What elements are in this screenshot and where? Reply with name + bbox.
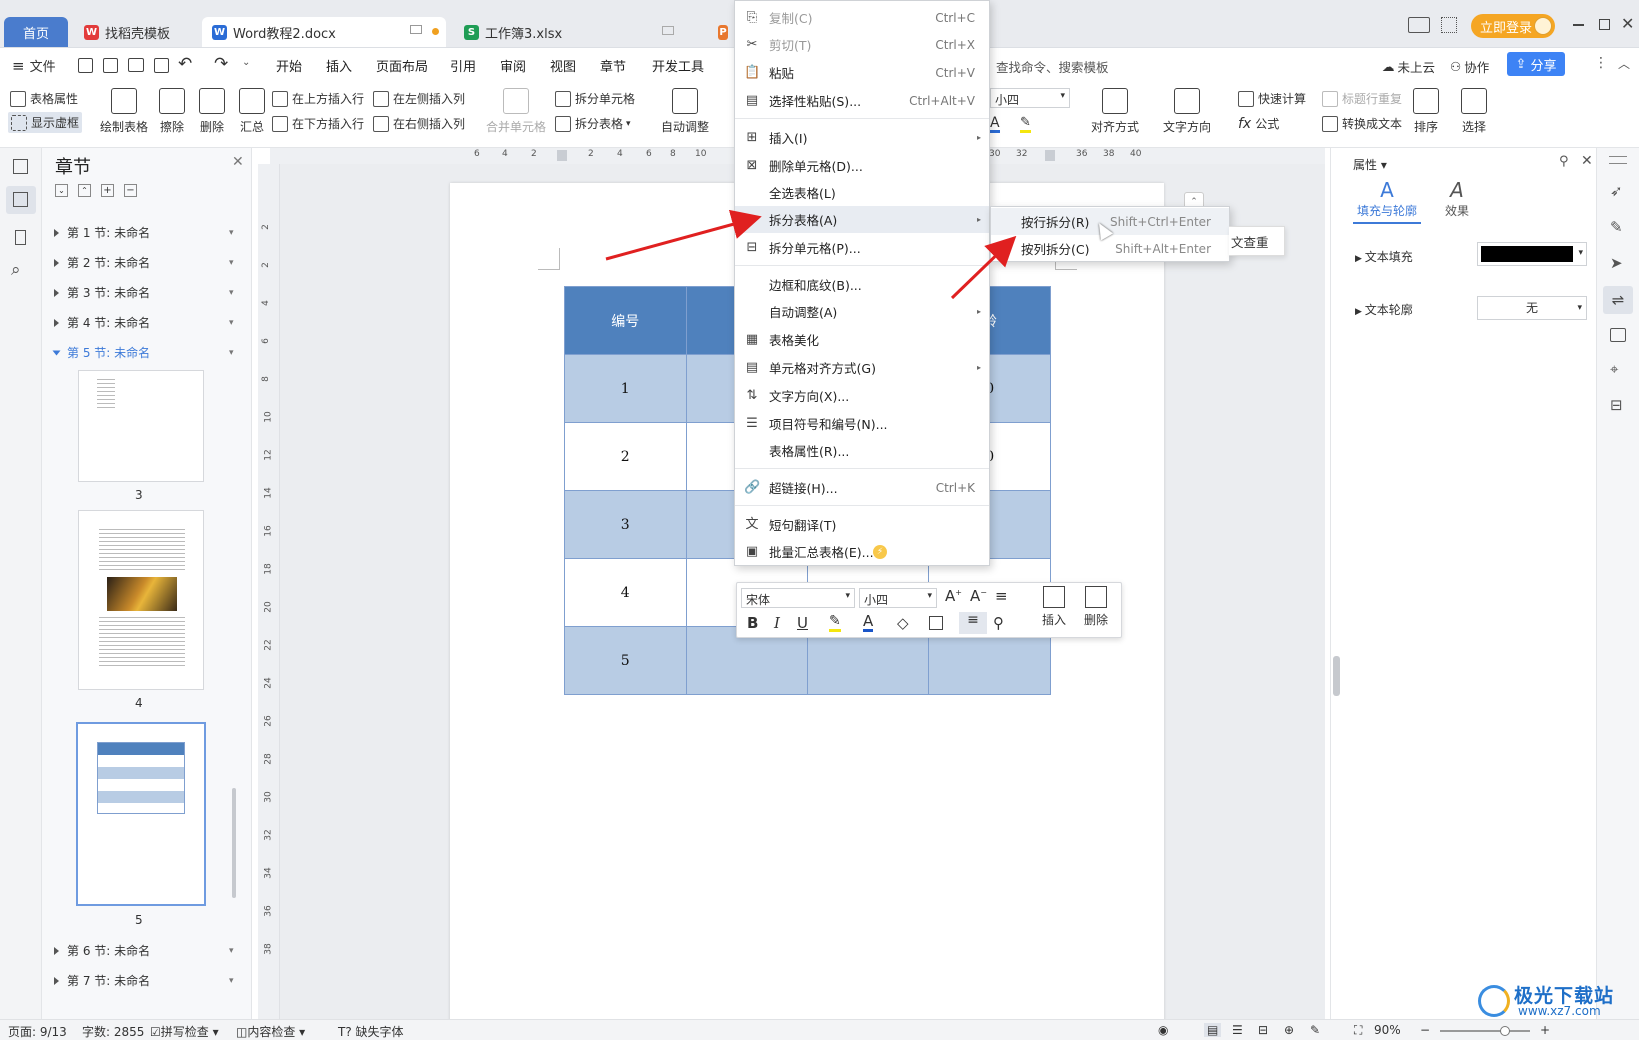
doc-scrollbar[interactable] [1333,656,1340,696]
properties-panel: 属性 ▾ ⚲ ✕ A 填充与轮廓 A 效果 ▶ 文本填充 ▾ ▶ 文本轮廓 无 ▾ [1330,148,1596,1019]
font-icon: T? [338,1025,356,1039]
text-fill-color-select[interactable]: ▾ [1477,242,1587,266]
collapse-icon[interactable] [1609,156,1627,164]
zoom-slider[interactable] [1440,1026,1530,1036]
panel-title[interactable]: 属性 ▾ [1353,156,1387,173]
pointer-icon[interactable]: ➤ [1610,254,1623,272]
location-icon[interactable]: ⌖ [1610,360,1618,378]
pen-view-icon[interactable]: ✎ [1310,1023,1320,1037]
status-bar: 页面: 9/13 字数: 2855 ☑拼写检查 ▾ ◫内容检查 ▾ T? 缺失字… [0,1019,1639,1040]
rocket-icon[interactable]: ➶ [1610,182,1623,200]
page-indicator[interactable]: 页面: 9/13 [8,1023,67,1040]
expand-arrow-icon: ▶ [1355,254,1365,264]
check-icon: ◫ [236,1025,248,1039]
page-view-icon[interactable]: ▤ [1204,1023,1222,1037]
color-swatch [1481,246,1573,262]
pen-icon[interactable]: ✎ [1610,218,1623,236]
image-icon[interactable] [1610,328,1626,342]
book-icon[interactable]: ⊟ [1610,396,1623,414]
zoom-out-icon[interactable]: − [1420,1023,1430,1037]
eye-icon[interactable]: ◉ [1158,1023,1168,1037]
watermark-url: www.xz7.com [1518,1004,1601,1018]
web-view-icon[interactable]: ⊕ [1284,1023,1294,1037]
fit-icon[interactable]: ⛶ [1354,1023,1362,1038]
text-fill-label[interactable]: ▶ 文本填充 [1355,248,1413,265]
chevron-down-icon: ▾ [1578,248,1583,258]
chevron-down-icon: ▾ [1577,303,1582,313]
arrow-1 [605,209,762,261]
close-icon[interactable]: ✕ [1581,153,1593,169]
zoom-in-icon[interactable]: + [1540,1023,1550,1037]
text-effect-icon: A [1450,178,1464,202]
zoom-level[interactable]: 90% [1374,1023,1401,1037]
tab-fill-outline[interactable]: A 填充与轮廓 [1353,178,1421,224]
text-outline-label[interactable]: ▶ 文本轮廓 [1355,301,1413,318]
spell-check[interactable]: ☑拼写检查 ▾ [150,1023,219,1040]
text-fill-icon: A [1380,178,1394,202]
read-view-icon[interactable]: ⊟ [1258,1023,1268,1037]
pin-icon[interactable]: ⚲ [1559,154,1569,169]
right-tool-strip: ➶ ✎ ➤ ⇌ ⌖ ⊟ [1596,148,1639,1019]
watermark: 极光下载站 www.xz7.com [1478,983,1636,1019]
text-outline-select[interactable]: 无 ▾ [1477,296,1587,320]
missing-font[interactable]: T? 缺失字体 [338,1023,404,1040]
expand-arrow-icon: ▶ [1355,307,1365,317]
outline-view-icon[interactable]: ☰ [1232,1023,1243,1037]
arrow-2 [950,235,1017,300]
zoom-handle[interactable] [1500,1026,1510,1036]
word-count[interactable]: 字数: 2855 [82,1023,144,1040]
content-check[interactable]: ◫内容检查 ▾ [236,1023,305,1040]
tab-effect[interactable]: A 效果 [1435,178,1479,219]
checkbox-icon: ☑ [150,1025,161,1039]
watermark-logo [1478,985,1510,1017]
properties-icon[interactable]: ⇌ [1603,286,1633,314]
